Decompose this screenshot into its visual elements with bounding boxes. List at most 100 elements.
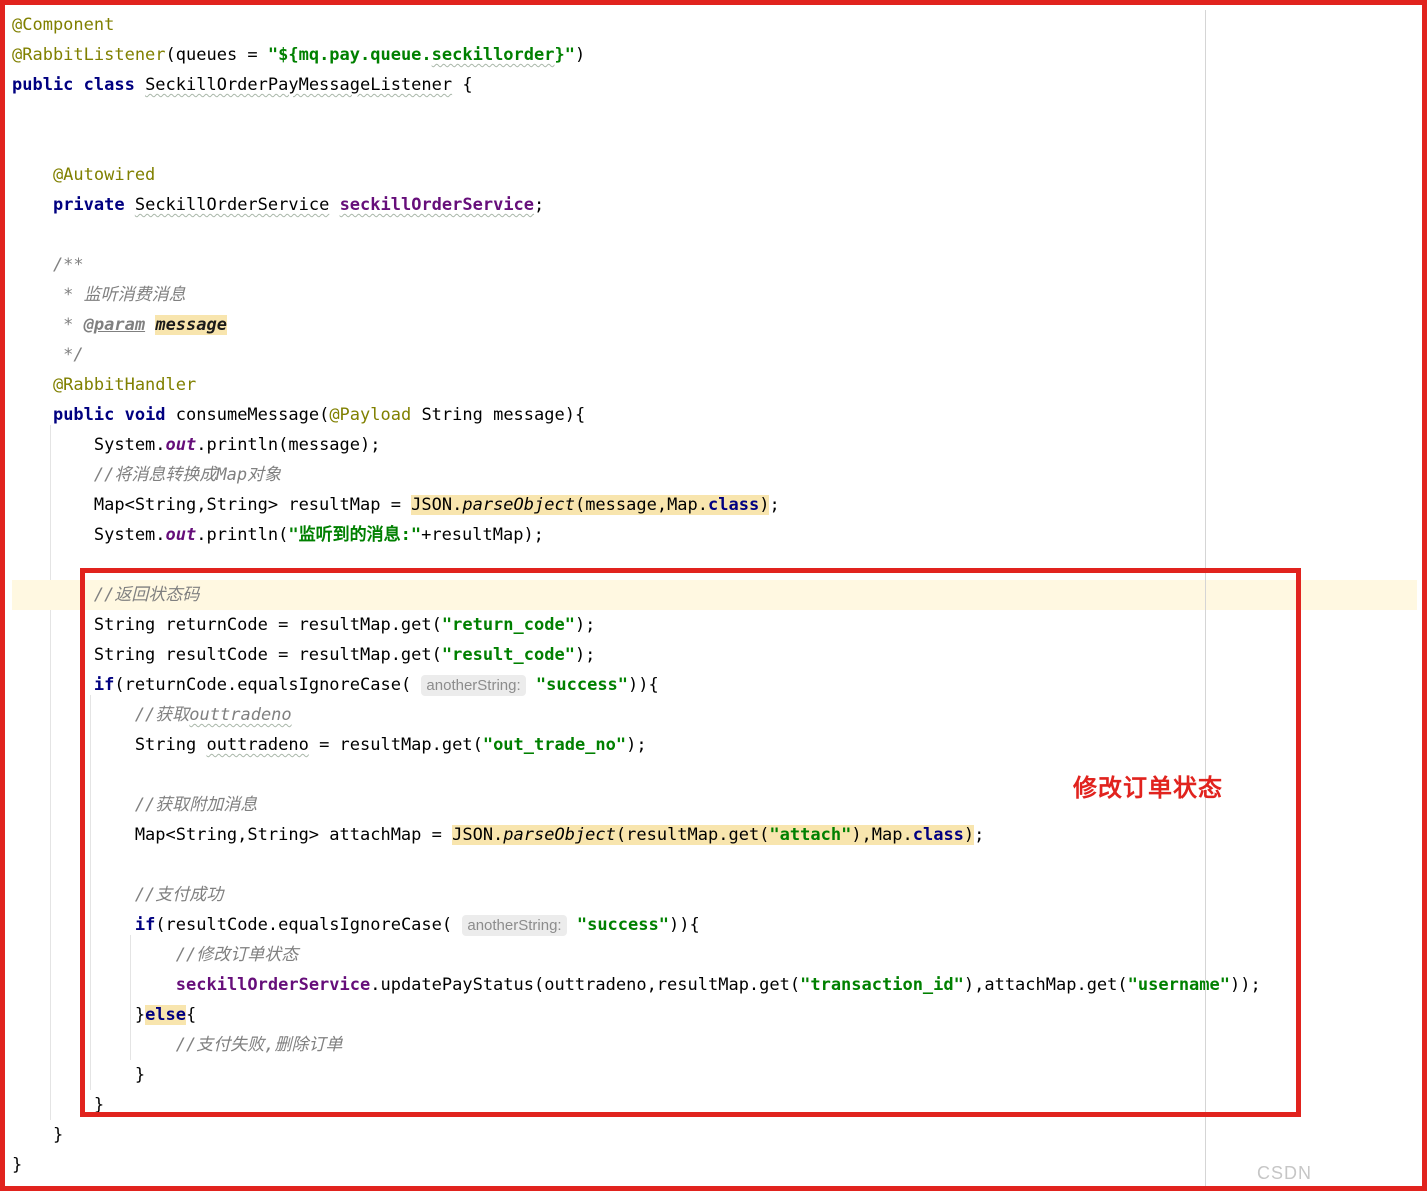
code-line[interactable]: @RabbitListener(queues = "${mq.pay.queue… bbox=[12, 40, 1417, 70]
parameter-hint-chip[interactable]: anotherString: bbox=[462, 915, 567, 936]
code-token[interactable]: "username" bbox=[1128, 975, 1230, 995]
code-line[interactable]: @Component bbox=[12, 10, 1417, 40]
code-token[interactable]: "return_code" bbox=[442, 615, 575, 635]
code-line[interactable]: public class SeckillOrderPayMessageListe… bbox=[12, 70, 1417, 100]
code-line[interactable] bbox=[12, 550, 1417, 580]
code-token[interactable]: //将消息转换成Map对象 bbox=[12, 465, 281, 485]
code-token[interactable]: } bbox=[12, 1005, 145, 1025]
code-line[interactable]: public void consumeMessage(@Payload Stri… bbox=[12, 400, 1417, 430]
code-token[interactable]: ) bbox=[575, 45, 585, 65]
code-line[interactable]: } bbox=[12, 1060, 1417, 1090]
code-token[interactable]: * bbox=[12, 315, 84, 335]
code-token[interactable]: .updatePayStatus(outtradeno,resultMap.ge… bbox=[370, 975, 800, 995]
code-token[interactable]: //支付失败,删除订单 bbox=[12, 1035, 343, 1055]
code-token[interactable]: private bbox=[53, 195, 135, 215]
code-line[interactable]: seckillOrderService.updatePayStatus(outt… bbox=[12, 970, 1417, 1000]
code-token[interactable]: System. bbox=[12, 435, 166, 455]
code-token[interactable]: @Component bbox=[12, 15, 114, 35]
code-token[interactable]: ; bbox=[769, 495, 779, 515]
code-token[interactable]: * 监听消费消息 bbox=[12, 285, 185, 305]
code-token[interactable]: { bbox=[186, 1005, 196, 1025]
code-line[interactable] bbox=[12, 130, 1417, 160]
code-token[interactable] bbox=[329, 195, 339, 215]
code-token[interactable]: parseObject bbox=[503, 825, 616, 845]
code-token[interactable]: (resultMap.get( bbox=[615, 825, 770, 845]
code-token[interactable]: "transaction_id" bbox=[800, 975, 964, 995]
code-token[interactable]: )); bbox=[1230, 975, 1261, 995]
code-line[interactable]: } bbox=[12, 1150, 1417, 1180]
code-token[interactable]: @RabbitListener bbox=[12, 45, 166, 65]
code-line[interactable]: * 监听消费消息 bbox=[12, 280, 1417, 310]
code-line[interactable] bbox=[12, 850, 1417, 880]
code-token[interactable]: @Payload bbox=[329, 405, 411, 425]
code-token[interactable]: String bbox=[12, 735, 206, 755]
code-token[interactable]: out bbox=[166, 525, 197, 545]
code-line[interactable]: //支付成功 bbox=[12, 880, 1417, 910]
code-token[interactable]: (returnCode.equalsIgnoreCase( bbox=[114, 675, 421, 695]
code-token[interactable]: class bbox=[708, 495, 760, 515]
code-token[interactable]: seckillOrderService bbox=[340, 195, 534, 215]
code-token[interactable]: (resultCode.equalsIgnoreCase( bbox=[155, 915, 462, 935]
code-token[interactable]: if bbox=[94, 675, 114, 695]
code-line[interactable]: //修改订单状态 bbox=[12, 940, 1417, 970]
code-token[interactable]: outtradeno bbox=[206, 735, 308, 755]
code-token[interactable]: JSON. bbox=[452, 825, 504, 845]
code-line[interactable]: //返回状态码 bbox=[12, 580, 1417, 610]
code-token[interactable]: ; bbox=[974, 825, 984, 845]
code-token[interactable]: "success" bbox=[536, 675, 628, 695]
code-token[interactable] bbox=[12, 675, 94, 695]
code-token[interactable]: { bbox=[452, 75, 472, 95]
code-token[interactable]: //获取 bbox=[12, 705, 189, 725]
code-token[interactable]: ) bbox=[963, 825, 975, 845]
code-token[interactable]: .println( bbox=[196, 525, 288, 545]
code-token[interactable]: @RabbitHandler bbox=[12, 375, 196, 395]
code-token[interactable]: public class bbox=[12, 75, 145, 95]
code-token[interactable]: //获取附加消息 bbox=[12, 795, 257, 815]
code-token[interactable]: "${mq.pay.queue. bbox=[268, 45, 432, 65]
code-token[interactable]: } bbox=[12, 1155, 22, 1175]
code-token[interactable] bbox=[12, 915, 135, 935]
code-token[interactable] bbox=[526, 675, 536, 695]
code-token[interactable]: )){ bbox=[628, 675, 659, 695]
code-token[interactable]: )){ bbox=[669, 915, 700, 935]
code-token[interactable]: //修改订单状态 bbox=[12, 945, 298, 965]
code-line[interactable]: String resultCode = resultMap.get("resul… bbox=[12, 640, 1417, 670]
code-line[interactable]: } bbox=[12, 1090, 1417, 1120]
code-token[interactable]: outtradeno bbox=[189, 705, 291, 725]
code-line[interactable]: /** bbox=[12, 250, 1417, 280]
code-token[interactable]: "out_trade_no" bbox=[483, 735, 626, 755]
code-token[interactable]: if bbox=[135, 915, 155, 935]
code-token[interactable]: Map<String,String> attachMap = bbox=[12, 825, 452, 845]
code-line[interactable]: private SeckillOrderService seckillOrder… bbox=[12, 190, 1417, 220]
code-token[interactable]: ); bbox=[575, 645, 595, 665]
code-token[interactable]: class bbox=[912, 825, 964, 845]
code-token[interactable] bbox=[567, 915, 577, 935]
code-line[interactable]: Map<String,String> attachMap = JSON.pars… bbox=[12, 820, 1417, 850]
code-token[interactable]: "result_code" bbox=[442, 645, 575, 665]
code-token[interactable]: String resultCode = resultMap.get( bbox=[12, 645, 442, 665]
code-token[interactable] bbox=[12, 405, 53, 425]
code-token[interactable]: (queues = bbox=[166, 45, 268, 65]
code-token[interactable] bbox=[145, 315, 155, 335]
code-token[interactable]: @Autowired bbox=[12, 165, 155, 185]
code-token[interactable] bbox=[12, 975, 176, 995]
code-line[interactable]: */ bbox=[12, 340, 1417, 370]
code-line[interactable]: System.out.println("监听到的消息:"+resultMap); bbox=[12, 520, 1417, 550]
code-token[interactable]: JSON. bbox=[411, 495, 463, 515]
code-token[interactable]: @param bbox=[84, 315, 145, 335]
code-line[interactable]: Map<String,String> resultMap = JSON.pars… bbox=[12, 490, 1417, 520]
code-token[interactable]: out bbox=[166, 435, 197, 455]
code-token[interactable]: "success" bbox=[577, 915, 669, 935]
code-token[interactable]: = resultMap.get( bbox=[309, 735, 483, 755]
code-token[interactable]: Map<String,String> resultMap = bbox=[12, 495, 411, 515]
code-token[interactable]: //支付成功 bbox=[12, 885, 223, 905]
code-token[interactable]: */ bbox=[12, 345, 83, 365]
code-token[interactable]: }" bbox=[554, 45, 574, 65]
code-line[interactable]: } bbox=[12, 1120, 1417, 1150]
code-token[interactable]: (message,Map. bbox=[574, 495, 709, 515]
code-token[interactable]: public void bbox=[53, 405, 176, 425]
code-token[interactable]: ; bbox=[534, 195, 544, 215]
code-line[interactable]: }else{ bbox=[12, 1000, 1417, 1030]
code-token[interactable]: ); bbox=[575, 615, 595, 635]
code-line[interactable]: String returnCode = resultMap.get("retur… bbox=[12, 610, 1417, 640]
